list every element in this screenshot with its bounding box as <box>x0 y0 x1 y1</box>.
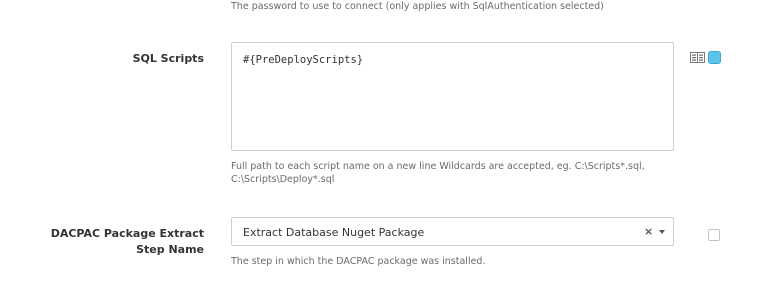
dacpac-step-select[interactable]: Extract Database Nuget Package × <box>231 217 674 246</box>
password-help-text: The password to use to connect (only app… <box>231 1 604 12</box>
sql-scripts-label: SQL Scripts <box>132 52 204 65</box>
chevron-down-icon[interactable] <box>659 230 665 234</box>
sql-scripts-help-text: Full path to each script name on a new l… <box>231 160 671 186</box>
dacpac-step-label-line-2: Step Name <box>136 243 204 256</box>
step-properties-form: The password to use to connect (only app… <box>0 0 768 292</box>
dacpac-step-selected-value: Extract Database Nuget Package <box>243 226 425 239</box>
sql-scripts-help-line-1: Full path to each script name on a new l… <box>231 161 645 172</box>
sql-scripts-value: #{PreDeployScripts} <box>243 54 364 66</box>
dacpac-step-help-text: The step in which the DACPAC package was… <box>231 256 486 267</box>
dacpac-step-bind-checkbox[interactable] <box>708 229 720 241</box>
bind-toggle-icon[interactable] <box>690 52 705 63</box>
clear-icon[interactable]: × <box>644 225 653 239</box>
sql-scripts-textarea[interactable]: #{PreDeployScripts} <box>231 42 674 151</box>
dacpac-step-label-line-1: DACPAC Package Extract <box>50 227 204 240</box>
variable-icon[interactable] <box>708 51 721 64</box>
sql-scripts-help-line-2: C:\Scripts\Deploy*.sql <box>231 174 335 185</box>
dacpac-step-label: DACPAC Package Extract Step Name <box>34 226 204 258</box>
